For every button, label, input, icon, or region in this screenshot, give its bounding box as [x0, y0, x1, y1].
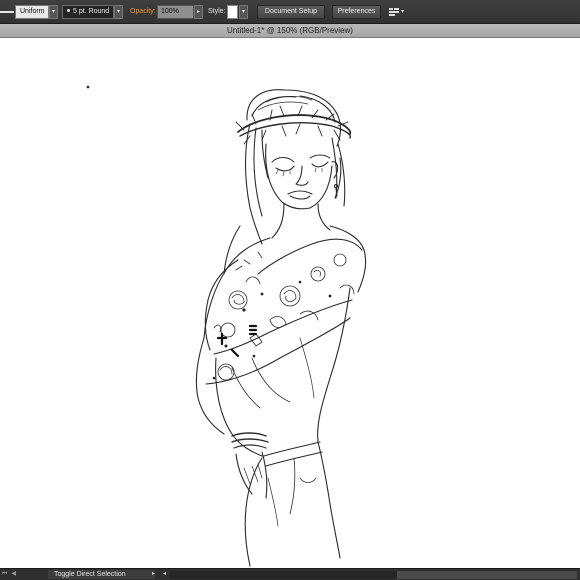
variable-width-profile-select[interactable]: Uniform: [15, 5, 49, 19]
chevron-down-icon[interactable]: ▾: [239, 5, 248, 19]
artboard-navigation[interactable]: ⏮◀: [2, 570, 20, 578]
horizontal-scrollbar[interactable]: [170, 571, 577, 579]
scroll-left-icon[interactable]: ◂: [163, 570, 166, 577]
chevron-down-icon[interactable]: ▾: [401, 8, 404, 15]
graphic-style-swatch[interactable]: [227, 5, 238, 19]
chevron-right-icon[interactable]: ▸: [194, 5, 203, 19]
chevron-right-icon[interactable]: ▸: [152, 570, 155, 577]
first-artboard-icon[interactable]: ⏮: [2, 571, 11, 577]
stroke-weight-icon[interactable]: [0, 11, 14, 13]
chevron-down-icon[interactable]: ▾: [49, 5, 58, 19]
chevron-down-icon[interactable]: ▾: [114, 5, 123, 19]
pencil-sketch-artwork[interactable]: [0, 38, 580, 568]
brush-definition-select[interactable]: 5 pt. Round: [62, 5, 114, 19]
opacity-label[interactable]: Opacity:: [130, 8, 156, 15]
tool-status-menu[interactable]: Toggle Direct Selection: [48, 570, 155, 579]
status-bar: ⏮◀ Toggle Direct Selection ▸ ◂: [0, 568, 580, 580]
scrollbar-thumb[interactable]: [397, 571, 577, 579]
brush-label: 5 pt. Round: [73, 8, 110, 15]
document-tab-title[interactable]: Untitled-1* @ 150% (RGB/Preview): [0, 24, 580, 38]
arrange-documents-icon[interactable]: [388, 6, 400, 20]
control-bar: Uniform ▾ 5 pt. Round ▾ Opacity: 100% ▸ …: [0, 0, 580, 24]
opacity-input[interactable]: 100%: [157, 5, 194, 19]
artboard-canvas[interactable]: [0, 38, 580, 568]
previous-artboard-icon[interactable]: ◀: [11, 571, 20, 577]
preferences-button[interactable]: Preferences: [332, 5, 381, 19]
brush-dot-icon: [67, 9, 70, 13]
style-label: Style:: [208, 8, 226, 15]
document-setup-button[interactable]: Document Setup: [257, 5, 325, 19]
